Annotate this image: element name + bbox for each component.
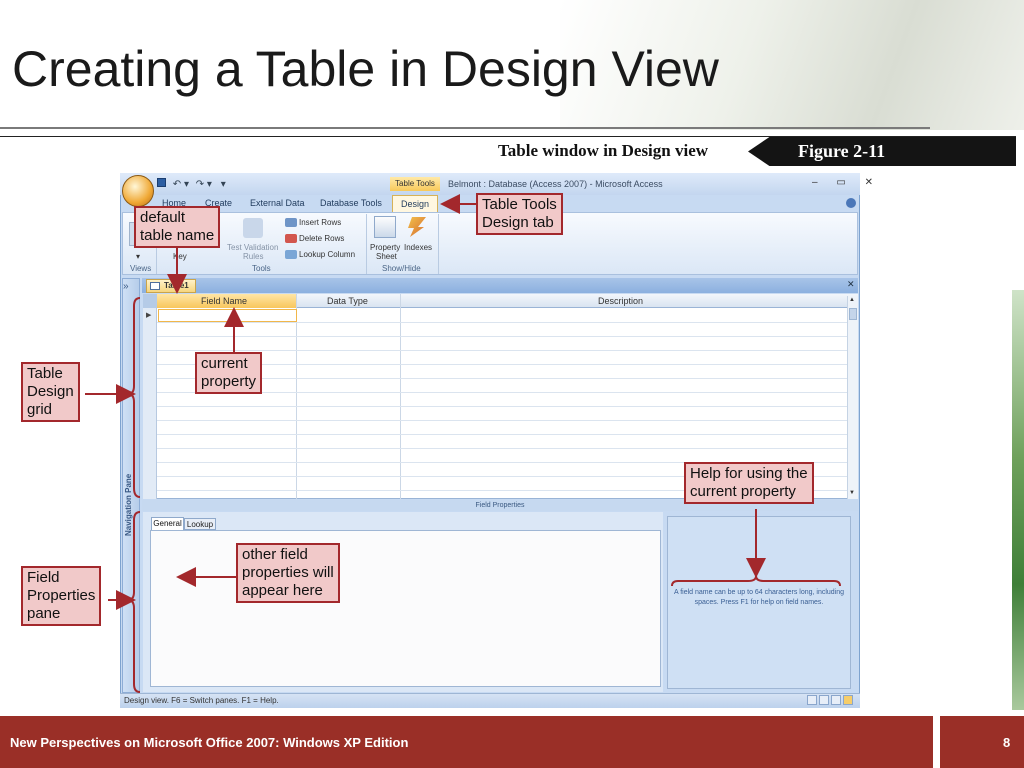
- field-properties-area[interactable]: [150, 530, 661, 687]
- callout-default-table-name: default table name: [134, 206, 221, 248]
- view-dropdown-icon[interactable]: ▾: [136, 252, 140, 261]
- undo-icon[interactable]: ↶ ▾: [173, 179, 189, 190]
- grid-row-line: [157, 406, 847, 407]
- figure-label: Figure 2-11: [798, 141, 886, 161]
- lookup-column-icon: [285, 250, 297, 259]
- scroll-down-icon[interactable]: ▼: [849, 490, 855, 496]
- design-view-icon[interactable]: [843, 695, 853, 705]
- document-tab-label: Table1: [164, 281, 189, 290]
- footer-page-box: [940, 716, 1024, 768]
- grid-vertical-scrollbar[interactable]: [847, 296, 858, 499]
- scrollbar-thumb[interactable]: [849, 308, 857, 320]
- property-help-text: A field name can be up to 64 characters …: [673, 589, 845, 606]
- callout-current-property: current property: [195, 352, 263, 394]
- title-divider: [0, 127, 930, 129]
- callout-field-properties-pane: Field Properties pane: [21, 566, 102, 626]
- help-icon[interactable]: [846, 198, 856, 208]
- pivottable-view-icon[interactable]: [819, 695, 829, 705]
- tab-external-data[interactable]: External Data: [250, 198, 305, 208]
- grid-row-line: [157, 322, 847, 323]
- customize-qat-icon[interactable]: ▾: [221, 179, 226, 190]
- column-header-description[interactable]: Description: [598, 296, 643, 306]
- save-icon[interactable]: [157, 178, 166, 187]
- group-tools-label: Tools: [252, 264, 271, 273]
- group-views-label: Views: [130, 264, 152, 273]
- callout-table-design-grid: Table Design grid: [21, 362, 80, 422]
- column-divider: [400, 294, 401, 499]
- tab-database-tools[interactable]: Database Tools: [320, 198, 382, 208]
- shutter-bar-open-icon[interactable]: »: [123, 281, 129, 292]
- context-tab-title: Table Tools: [390, 177, 440, 191]
- grid-row-line: [157, 448, 847, 449]
- column-header-field-name[interactable]: Field Name: [201, 296, 247, 306]
- select-all-corner[interactable]: [143, 294, 157, 308]
- footer-text: New Perspectives on Microsoft Office 200…: [10, 735, 409, 750]
- office-button[interactable]: [122, 175, 154, 207]
- property-sheet-icon: [374, 216, 396, 238]
- test-validation-label[interactable]: Test Validation: [227, 243, 278, 252]
- callout-other-field-properties: other field properties will appear here: [236, 543, 340, 603]
- grid-row-line: [157, 420, 847, 421]
- insert-rows-button[interactable]: Insert Rows: [299, 218, 341, 227]
- table-icon: [150, 282, 160, 290]
- grid-row-line: [157, 434, 847, 435]
- tab-lookup[interactable]: Lookup: [184, 518, 216, 530]
- field-name-cell-active[interactable]: [158, 309, 297, 322]
- tab-general[interactable]: General: [151, 517, 184, 530]
- column-header-data-type[interactable]: Data Type: [327, 296, 368, 306]
- delete-rows-button[interactable]: Delete Rows: [299, 234, 344, 243]
- navigation-pane-label: Navigation Pane: [124, 473, 133, 536]
- grid-row-line: [157, 350, 847, 351]
- lookup-column-button[interactable]: Lookup Column: [299, 250, 355, 259]
- background-leaf-edge: [1012, 290, 1024, 710]
- group-show-hide-label: Show/Hide: [382, 264, 421, 273]
- property-label[interactable]: Property: [370, 243, 400, 252]
- sheet-label[interactable]: Sheet: [376, 252, 397, 261]
- callout-help-current-property: Help for using the current property: [684, 462, 814, 504]
- tab-design[interactable]: Design: [392, 195, 438, 212]
- grid-row-line: [157, 336, 847, 337]
- rules-label[interactable]: Rules: [243, 252, 263, 261]
- quick-access-toolbar[interactable]: ↶ ▾ ↷ ▾ ▾: [157, 178, 226, 190]
- window-title: Belmont : Database (Access 2007) - Micro…: [448, 179, 663, 189]
- document-tab-table1[interactable]: Table1: [146, 279, 196, 293]
- column-divider: [296, 294, 297, 499]
- row-selector-column[interactable]: [143, 308, 157, 499]
- page-number: 8: [1003, 735, 1011, 750]
- scroll-up-icon[interactable]: ▲: [849, 297, 855, 303]
- ribbon-separator: [366, 214, 367, 274]
- delete-rows-icon: [285, 234, 297, 243]
- slide-title: Creating a Table in Design View: [12, 41, 719, 97]
- primary-key-label[interactable]: Key: [173, 252, 187, 261]
- redo-icon[interactable]: ↷ ▾: [196, 179, 212, 190]
- close-document-icon[interactable]: ✕: [847, 279, 855, 290]
- current-row-indicator-icon: ▶: [146, 312, 152, 319]
- figure-caption: Table window in Design view: [498, 141, 709, 160]
- pivotchart-view-icon[interactable]: [831, 695, 841, 705]
- insert-rows-icon: [285, 218, 297, 227]
- indexes-button[interactable]: Indexes: [404, 243, 432, 252]
- builder-icon[interactable]: [243, 218, 263, 238]
- document-tab-bar: [142, 278, 858, 293]
- window-controls[interactable]: – ▭ ✕: [812, 177, 881, 188]
- status-text: Design view. F6 = Switch panes. F1 = Hel…: [124, 696, 279, 705]
- datasheet-view-icon[interactable]: [807, 695, 817, 705]
- ribbon-separator: [438, 214, 439, 274]
- callout-table-tools-design-tab: Table Tools Design tab: [476, 193, 563, 235]
